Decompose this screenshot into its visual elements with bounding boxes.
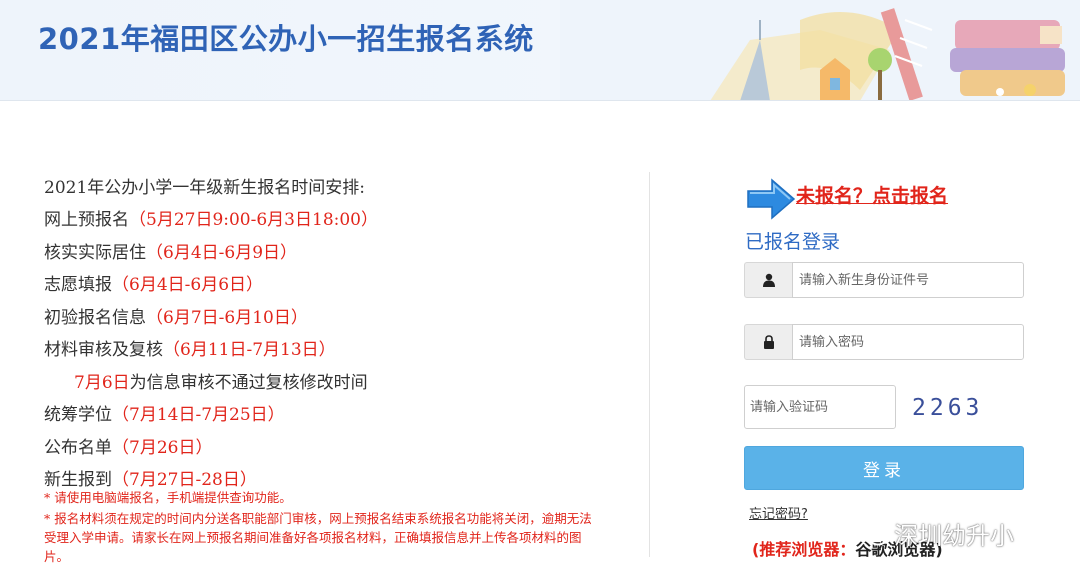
schedule-note-text: 为信息审核不通过复核修改时间 [129, 372, 368, 393]
schedule-item-time: （7月27日-28日） [112, 470, 257, 490]
schedule-item-time: （7月26日） [112, 437, 213, 458]
panel-divider [649, 172, 650, 557]
schedule-item-label: 新生报到 [44, 470, 112, 490]
id-number-input[interactable] [792, 262, 1024, 298]
note-item: * 报名材料须在规定的时间内分送各职能部门审核，网上预报名结束系统报名功能将关闭… [44, 511, 592, 564]
register-link[interactable]: 未报名？点击报名 [796, 181, 948, 208]
schedule-item-label: 公布名单 [44, 437, 112, 458]
schedule-item: 材料审核及复核（6月11日-7月13日） [44, 334, 604, 367]
schedule-item-time: （6月4日-6月6日） [112, 275, 264, 295]
watermark-text: 深圳幼升小 [894, 522, 1014, 550]
schedule-item-time: （5月27日9:00-6月3日18:00） [129, 210, 378, 230]
password-input[interactable] [792, 324, 1024, 360]
note-item: * 请使用电脑端报名，手机端提供查询功能。 [44, 490, 292, 505]
schedule-item-label: 初验报名信息 [44, 307, 146, 328]
captcha-input[interactable] [744, 385, 896, 429]
schedule-item-label: 材料审核及复核 [44, 340, 163, 360]
banner-illustration [560, 0, 1080, 100]
schedule-item: 统筹学位（7月14日-7月25日） [44, 399, 604, 432]
wechat-icon [858, 521, 888, 545]
notes-list: * 请使用电脑端报名，手机端提供查询功能。 * 报名材料须在规定的时间内分送各职… [44, 488, 594, 568]
schedule-item: 初验报名信息（6月7日-6月10日） [44, 302, 604, 335]
schedule-note-date: 7月6日 [74, 372, 130, 393]
schedule-item-label: 统筹学位 [44, 405, 112, 425]
header-banner: 2021年福田区公办小一招生报名系统 [0, 0, 1080, 101]
schedule-item: 网上预报名（5月27日9:00-6月3日18:00） [44, 204, 604, 237]
schedule-item: 志愿填报（6月4日-6月6日） [44, 269, 604, 302]
lock-icon [744, 324, 792, 360]
browser-hint-prefix: (推荐浏览器： [752, 540, 856, 559]
captcha-image[interactable]: 2263 [912, 392, 1002, 424]
schedule-note-line: 7月6日为信息审核不通过复核修改时间 [44, 367, 604, 400]
schedule-heading: 2021年公办小学一年级新生报名时间安排: [44, 178, 365, 198]
schedule-item: 核实实际居住（6月4日-6月9日） [44, 237, 604, 270]
login-button[interactable]: 登录 [744, 446, 1024, 490]
schedule-item-label: 网上预报名 [44, 210, 129, 230]
forgot-password-link[interactable]: 忘记密码? [749, 503, 808, 522]
schedule-item-label: 志愿填报 [44, 275, 112, 295]
schedule-item-time: （7月14日-7月25日） [112, 405, 285, 425]
login-title: 已报名登录 [745, 231, 841, 253]
user-icon [744, 262, 792, 298]
schedule-item: 公布名单（7月26日） [44, 432, 604, 465]
schedule-item-time: （6月4日-6月9日） [146, 242, 298, 263]
schedule-panel: 2021年公办小学一年级新生报名时间安排: 网上预报名（5月27日9:00-6月… [44, 172, 604, 497]
id-field-group [744, 262, 1024, 298]
schedule-item-time: （6月7日-6月10日） [146, 307, 308, 328]
schedule-item-label: 核实实际居住 [44, 242, 146, 263]
password-field-group [744, 324, 1024, 360]
schedule-item-time: （6月11日-7月13日） [163, 340, 336, 360]
arrow-right-icon [747, 178, 796, 220]
watermark: 深圳幼升小 [858, 516, 1014, 551]
site-title: 2021年福田区公办小一招生报名系统 [38, 22, 534, 56]
